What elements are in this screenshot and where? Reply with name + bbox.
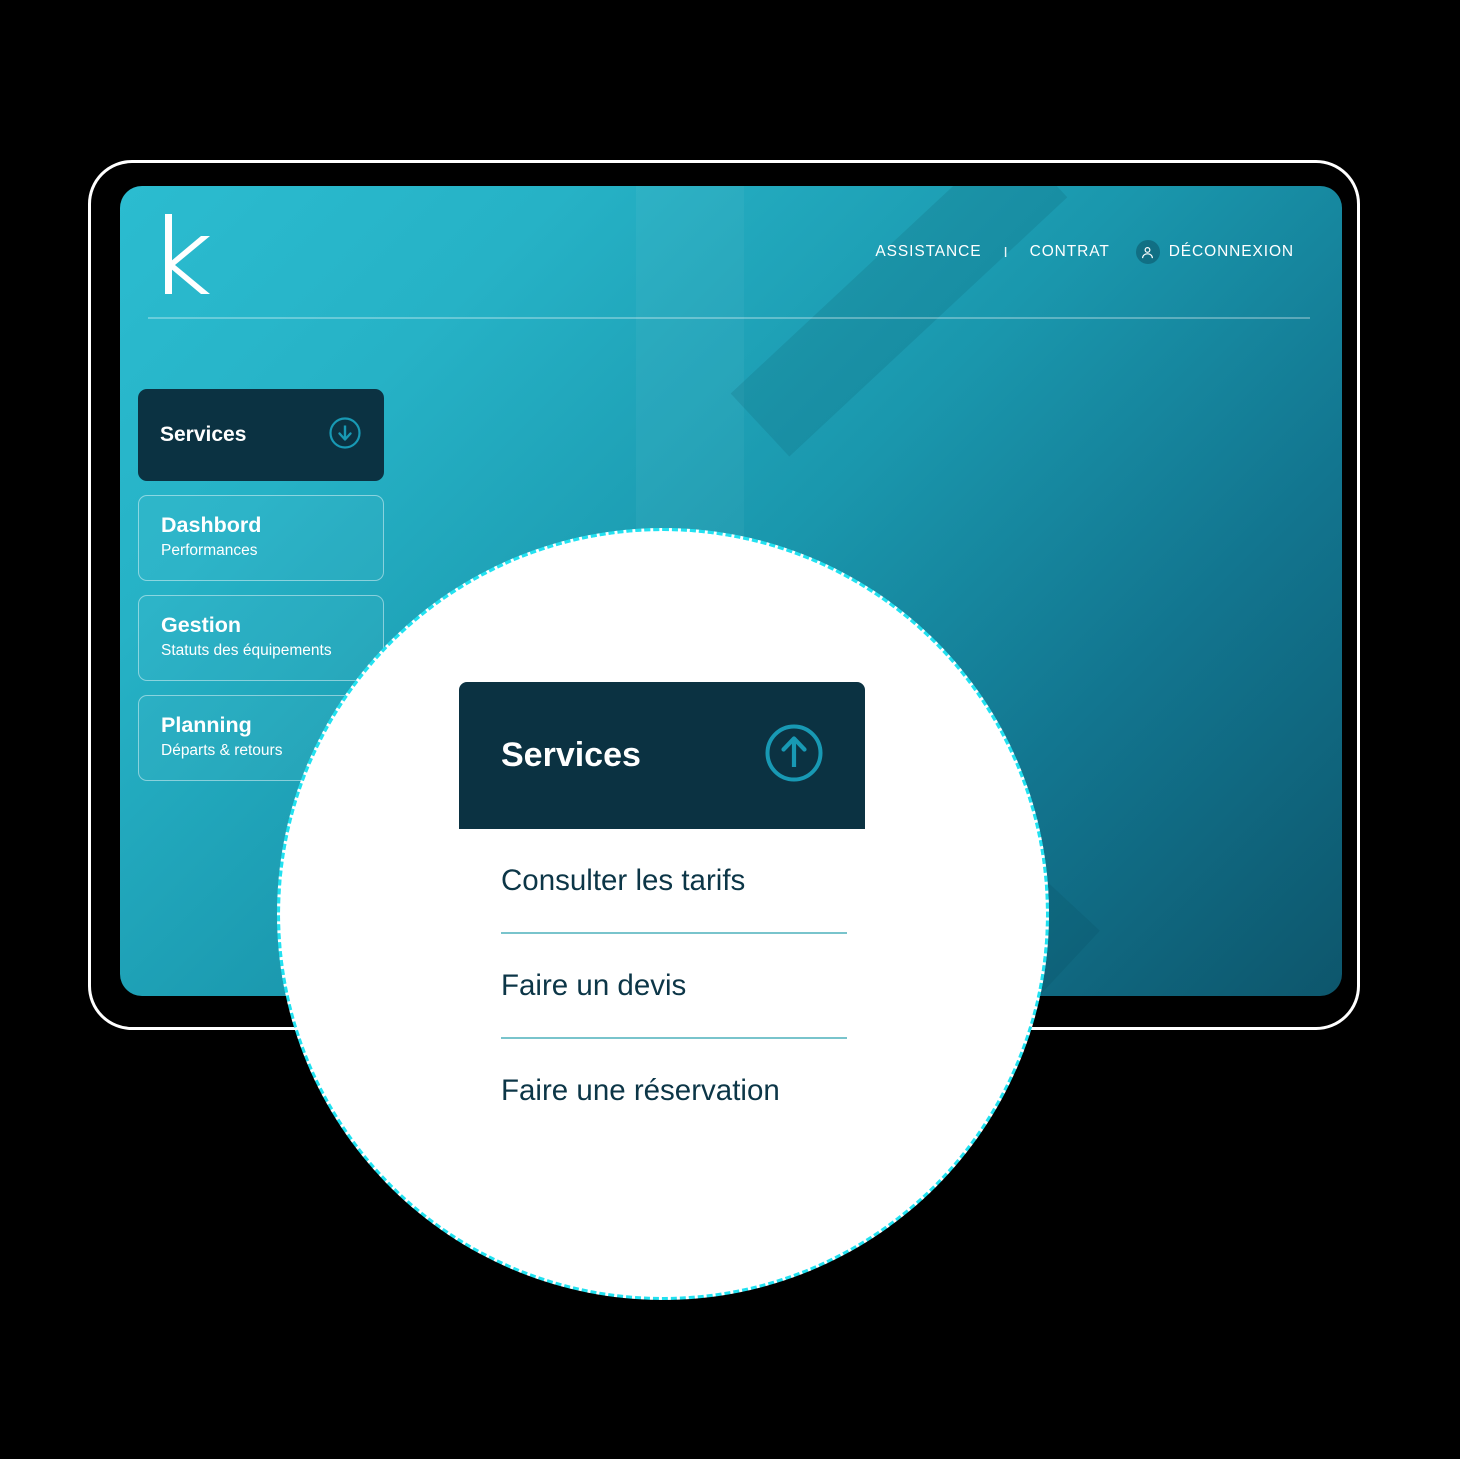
- dropdown-option-tarifs[interactable]: Consulter les tarifs: [459, 829, 865, 932]
- sidebar-item-dashbord-subtitle: Performances: [161, 541, 258, 559]
- services-dropdown-list: Consulter les tarifs Faire un devis Fair…: [459, 829, 865, 1142]
- logout-button[interactable]: DÉCONNEXION: [1135, 240, 1294, 264]
- arrow-down-circle-icon[interactable]: [328, 416, 362, 455]
- dropdown-option-devis[interactable]: Faire un devis: [459, 934, 865, 1037]
- sidebar-item-gestion-subtitle: Statuts des équipements: [161, 641, 332, 659]
- arrow-up-circle-icon[interactable]: [763, 722, 825, 789]
- sidebar-item-services[interactable]: Services: [138, 389, 384, 481]
- sidebar-item-gestion[interactable]: Gestion Statuts des équipements: [138, 595, 384, 681]
- sidebar-item-dashbord-title: Dashbord: [161, 513, 262, 537]
- logout-label: DÉCONNEXION: [1168, 243, 1294, 260]
- header-divider: [148, 317, 1310, 319]
- sidebar-item-gestion-title: Gestion: [161, 613, 242, 637]
- app-header: ASSISTANCE I CONTRAT DÉCONNEXION: [120, 186, 1342, 319]
- letter-k-logo[interactable]: [162, 212, 232, 296]
- nav-link-contrat[interactable]: CONTRAT: [1030, 243, 1110, 261]
- dropdown-option-reservation[interactable]: Faire une réservation: [459, 1039, 865, 1142]
- services-dropdown-title: Services: [501, 736, 641, 774]
- services-dropdown-header[interactable]: Services: [459, 682, 865, 829]
- services-dropdown: Services Consulter les tarifs Faire un d…: [459, 682, 865, 1142]
- sidebar-item-dashbord[interactable]: Dashbord Performances: [138, 495, 384, 581]
- screenshot-stage: ASSISTANCE I CONTRAT DÉCONNEXION Service…: [0, 0, 1460, 1459]
- nav-link-assistance[interactable]: ASSISTANCE: [875, 243, 981, 261]
- user-icon: [1135, 240, 1160, 264]
- top-navigation: ASSISTANCE I CONTRAT DÉCONNEXION: [875, 240, 1294, 264]
- nav-separator: I: [1003, 243, 1008, 261]
- sidebar-item-services-label: Services: [160, 423, 247, 446]
